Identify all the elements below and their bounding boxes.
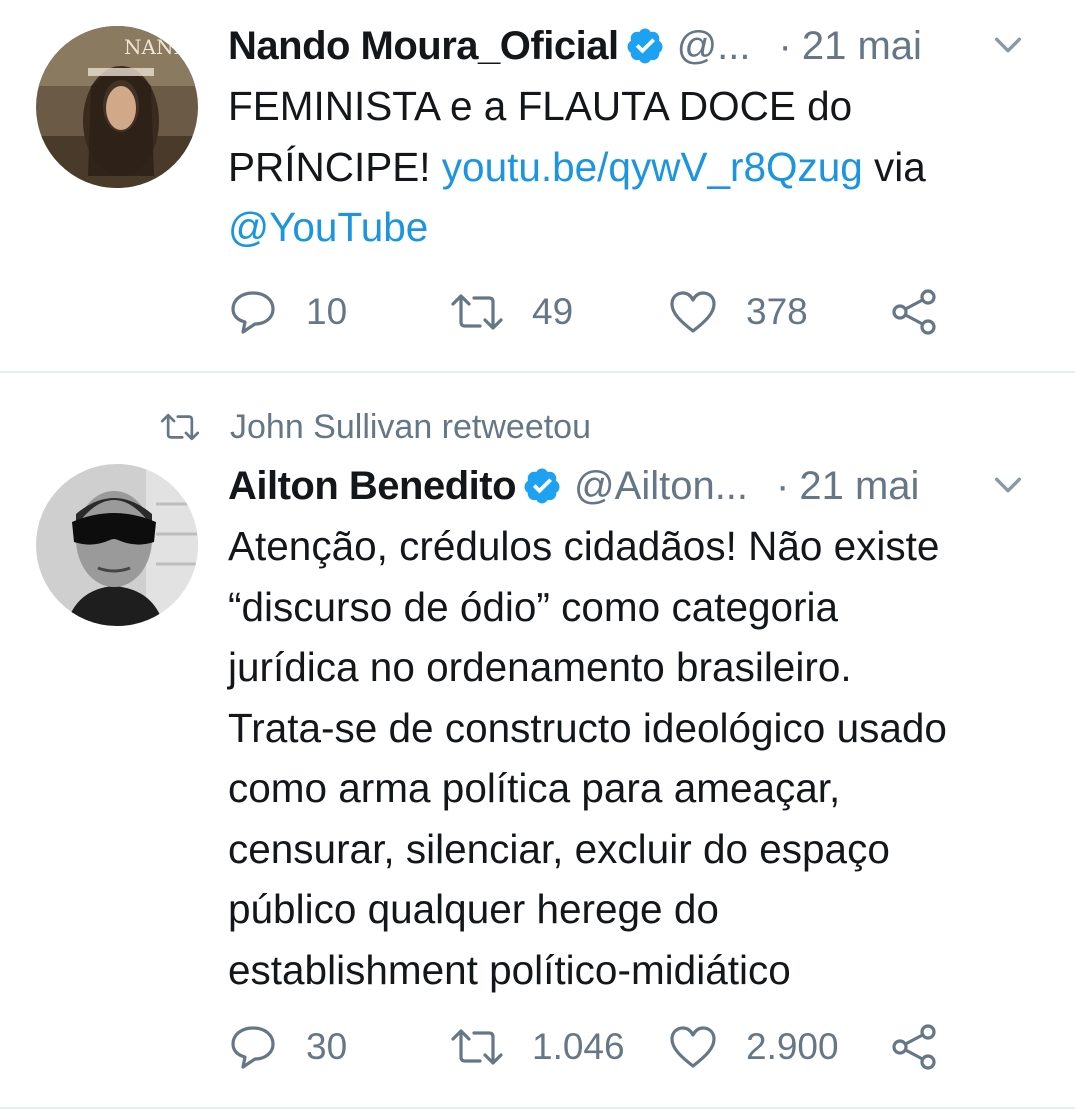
tweet-text-line: censurar, silenciar, excluir do espaço [228, 825, 890, 872]
like-count: 378 [746, 291, 808, 332]
tweet-text-line: establishment político-midiático [228, 946, 791, 993]
retweet-icon [451, 1029, 503, 1065]
tweet-text-line: @YouTube [228, 197, 1058, 258]
author-name[interactable]: Nando Moura_Oficial [228, 24, 619, 69]
reply-button[interactable]: 30 [228, 1017, 347, 1077]
reply-count: 10 [306, 291, 348, 332]
separator-dot: · [776, 463, 790, 508]
tweet-text-fragment: PRÍNCIPE! [228, 143, 442, 190]
avatar[interactable] [36, 464, 198, 626]
tweet-text: Atenção, crédulos cidadãos! Não existe “… [228, 516, 1058, 1000]
tweet-text: FEMINISTA e a FLAUTA DOCE do PRÍNCIPE! y… [228, 76, 1058, 258]
reply-count: 30 [306, 1026, 348, 1067]
tweet-header: Ailton Benedito @Ailton... · 21 mai [228, 456, 1055, 516]
like-count: 2.900 [746, 1026, 839, 1067]
reply-icon [231, 291, 275, 334]
tweet-text-line: “discurso de ódio” como categoria [228, 583, 839, 630]
tweet-ailton-benedito[interactable]: Ailton Benedito @Ailton... · 21 mai Aten… [0, 372, 1075, 1111]
avatar[interactable]: NANDOR 10 [36, 26, 198, 188]
tweet-text-line: FEMINISTA e a FLAUTA DOCE do [228, 83, 853, 129]
share-button[interactable] [890, 282, 938, 342]
author-handle[interactable]: @Ailton... [574, 464, 748, 509]
tweet-text-line: Atenção, crédulos cidadãos! Não existe [228, 523, 940, 569]
tweet-date[interactable]: 21 mai [802, 24, 922, 69]
like-button[interactable]: 378 [668, 282, 808, 342]
separator-dot: · [778, 23, 792, 68]
share-icon [892, 1024, 936, 1070]
tweet-text-line: como arma política para ameaçar, [228, 765, 841, 811]
share-icon [892, 289, 936, 335]
chevron-down-icon[interactable] [991, 468, 1025, 502]
verified-badge-icon [524, 468, 560, 504]
author-name[interactable]: Ailton Benedito [228, 464, 517, 509]
verified-badge-icon [627, 28, 663, 64]
retweet-icon [451, 294, 503, 330]
retweet-count: 49 [532, 291, 574, 332]
tweet-header: Nando Moura_Oficial @... · 21 mai [228, 16, 1055, 76]
mention-link[interactable]: @YouTube [228, 204, 428, 250]
avatar-overlay-text: NANDOR 10 [124, 35, 198, 59]
heart-icon [670, 1026, 716, 1068]
avatar-image [36, 464, 198, 626]
reply-button[interactable]: 10 [228, 282, 347, 342]
retweet-button[interactable]: 49 [450, 282, 573, 342]
retweet-button[interactable]: 1.046 [450, 1017, 625, 1077]
tweet-nando-moura[interactable]: NANDOR 10 Nando Moura_Oficial @... · 21 … [0, 0, 1075, 372]
tweet-date[interactable]: 21 mai [799, 464, 919, 509]
chevron-down-icon[interactable] [991, 28, 1025, 62]
tweet-text-line: PRÍNCIPE! youtu.be/qywV_r8Qzug via [228, 137, 1058, 198]
avatar-image: NANDOR 10 [36, 26, 198, 188]
action-bar: 10 49 378 [228, 282, 988, 342]
tweet-text-line: jurídica no ordenamento brasileiro. [228, 644, 852, 690]
tweet-text-line: público qualquer herege do [228, 886, 719, 932]
reply-icon [231, 1026, 275, 1069]
tweet-text-line: Trata-se de constructo ideológico usado [228, 704, 947, 751]
author-handle[interactable]: @... [677, 24, 751, 69]
retweet-count: 1.046 [532, 1026, 625, 1067]
action-bar: 30 1.046 2.900 [228, 1017, 988, 1077]
tweet-divider [0, 1107, 1075, 1109]
share-button[interactable] [890, 1017, 938, 1077]
heart-icon [670, 291, 716, 333]
tweet-text-fragment: via [862, 143, 926, 190]
youtube-link[interactable]: youtu.be/qywV_r8Qzug [442, 144, 863, 190]
like-button[interactable]: 2.900 [668, 1017, 839, 1077]
